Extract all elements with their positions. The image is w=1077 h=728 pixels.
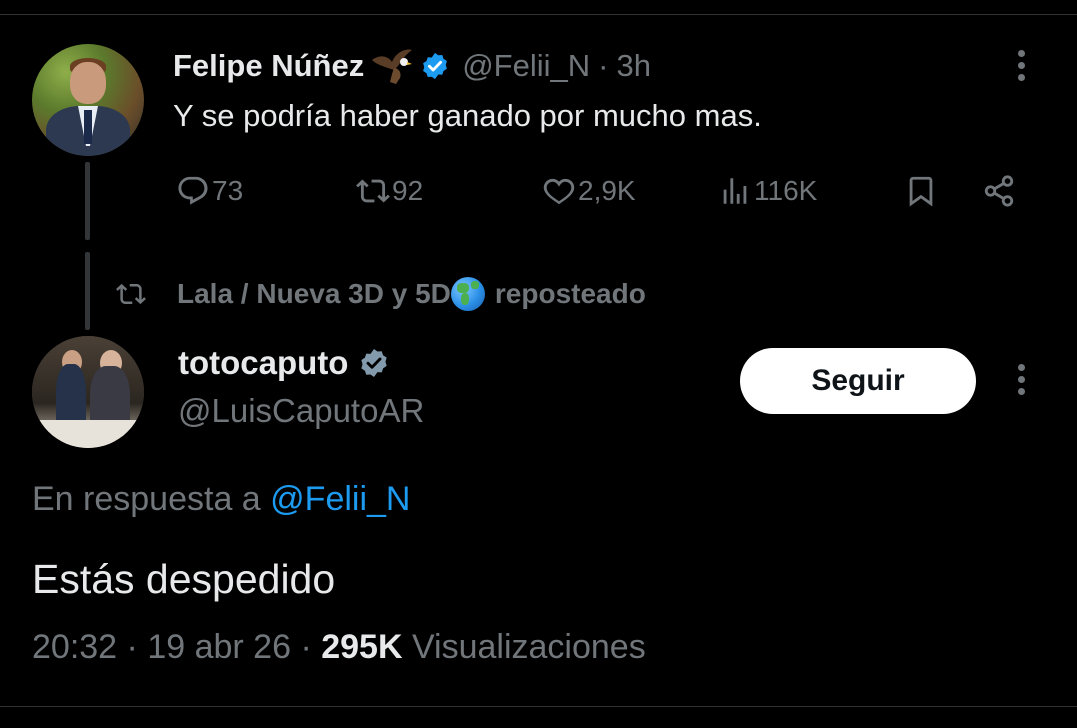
bottom-divider xyxy=(0,706,1077,707)
more-icon[interactable] xyxy=(1016,364,1026,400)
meta-separator: · xyxy=(300,628,312,666)
repost-icon xyxy=(116,283,146,305)
reply-icon xyxy=(178,176,208,205)
top-divider xyxy=(0,14,1077,15)
tweet-time-2[interactable]: 20:32 xyxy=(32,628,117,666)
like-action[interactable]: 2,9K xyxy=(542,168,636,214)
tweet2-text: Estás despedido xyxy=(32,556,336,602)
verified-badge-icon xyxy=(361,349,388,377)
repost-label[interactable]: Lala / Nueva 3D y 5D reposteado xyxy=(113,274,646,314)
tweet2-header: totocaputo xyxy=(178,344,390,382)
views-icon xyxy=(723,178,747,204)
more-icon[interactable] xyxy=(1016,50,1026,86)
views-count: 116K xyxy=(754,175,818,206)
author-handle[interactable]: @Felii_N xyxy=(462,48,590,84)
globe-emoji-icon xyxy=(450,277,485,311)
avatar-totocaputo[interactable] xyxy=(32,336,144,448)
reposted-text: reposteado xyxy=(494,278,646,309)
tweet-meta: 20:32 · 19 abr 26 · 295K Visualizaciones xyxy=(32,628,646,667)
time-separator: · xyxy=(598,48,609,83)
author-name[interactable]: Felipe Núñez xyxy=(173,48,364,84)
thread-line xyxy=(85,162,90,240)
bookmark-action[interactable] xyxy=(904,168,938,214)
reply-context: En respuesta a @Felii_N xyxy=(32,480,410,519)
avatar-felipe[interactable] xyxy=(32,44,144,156)
reply-prefix: En respuesta a xyxy=(32,480,261,518)
tweet-date[interactable]: 19 abr 26 xyxy=(147,628,291,666)
share-action[interactable] xyxy=(982,168,1016,214)
repost-icon xyxy=(356,179,390,203)
like-icon xyxy=(543,178,575,205)
repost-count: 92 xyxy=(392,175,424,206)
reply-count: 73 xyxy=(212,175,244,206)
like-count: 2,9K xyxy=(578,175,636,206)
bookmark-icon xyxy=(909,176,933,207)
repost-action[interactable]: 92 xyxy=(356,168,423,214)
author-name-2[interactable]: totocaputo xyxy=(178,344,348,382)
author-handle-2[interactable]: @LuisCaputoAR xyxy=(178,392,424,430)
reply-mention-link[interactable]: @Felii_N xyxy=(270,480,410,518)
reposter-name: Lala / Nueva 3D y 5D xyxy=(177,278,451,309)
views-total: 295K xyxy=(321,628,403,666)
tweet1-header: Felipe Núñez @Felii_N · 3h xyxy=(173,46,651,86)
meta-separator: · xyxy=(126,628,138,666)
follow-button[interactable]: Seguir xyxy=(740,348,976,414)
tweet-time[interactable]: 3h xyxy=(616,48,650,84)
tweet1-text: Y se podría haber ganado por mucho mas. xyxy=(173,98,762,133)
eagle-emoji-icon xyxy=(372,49,413,84)
verified-badge-icon xyxy=(423,52,448,80)
thread-line-2 xyxy=(85,252,90,330)
reply-action[interactable]: 73 xyxy=(176,168,243,214)
views-action[interactable]: 116K xyxy=(718,168,817,214)
share-icon xyxy=(984,175,1014,207)
views-label[interactable]: Visualizaciones xyxy=(412,628,646,666)
